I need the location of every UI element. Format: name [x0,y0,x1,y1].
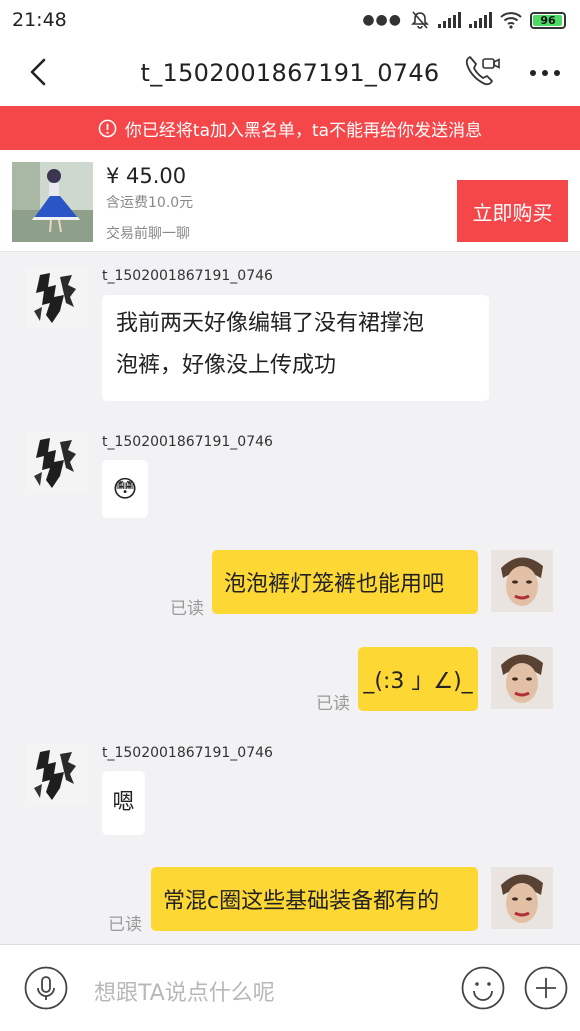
phone-video-icon[interactable] [462,52,502,92]
blacklist-message: 你已经将ta加入黑名单，ta不能再给你发送消息 [124,120,483,141]
sender-name: t_1502001867191_0746 [102,434,273,450]
signal-icon [469,12,492,28]
message-text: _(:3 」∠)_ [363,669,473,694]
incoming-message[interactable]: 😳 [102,460,148,518]
message-input[interactable]: 想跟TA说点什么呢 [94,975,275,1007]
chat-header: t_1502001867191_0746 [0,40,580,106]
read-status: 已读 [108,915,142,935]
status-bar: 21:48 ●●● 96 [0,0,580,40]
status-icons: ●●● 96 [362,10,566,30]
sender-name: t_1502001867191_0746 [102,745,273,761]
smiley-icon[interactable] [461,966,505,1010]
outgoing-message[interactable]: 常混c圈这些基础装备都有的 [151,867,478,931]
message-line: 我前两天好像编辑了没有裙撑泡 [116,311,425,336]
avatar[interactable] [26,744,88,806]
read-status: 已读 [170,599,204,619]
chat-hint: 交易前聊一聊 [106,226,190,242]
shipping-fee: 含运费10.0元 [106,195,194,211]
read-status: 已读 [316,694,350,714]
incoming-message[interactable]: 我前两天好像编辑了没有裙撑泡 泡裤，好像没上传成功 [102,295,489,401]
message-text: 泡泡裤灯笼裤也能用吧 [224,572,445,597]
product-price: ¥ 45.00 [106,164,187,188]
outgoing-message[interactable]: 泡泡裤灯笼裤也能用吧 [212,550,478,614]
sender-name: t_1502001867191_0746 [102,268,273,284]
avatar[interactable] [491,867,553,929]
outgoing-message[interactable]: _(:3 」∠)_ [358,647,478,711]
flushed-emoji: 😳 [112,475,138,503]
product-card[interactable]: ¥ 45.00 含运费10.0元 交易前聊一聊 立即购买 [0,150,580,252]
plus-icon[interactable] [524,966,568,1010]
buy-now-button[interactable]: 立即购买 [457,180,568,242]
input-bar: 想跟TA说点什么呢 [0,944,580,1031]
page-title: t_1502001867191_0746 [140,59,440,87]
more-notifications-icon: ●●● [362,12,402,28]
avatar[interactable] [26,267,88,329]
avatar[interactable] [26,432,88,494]
product-thumbnail[interactable] [12,162,93,242]
more-icon[interactable] [526,58,564,88]
avatar[interactable] [491,647,553,709]
incoming-message[interactable]: 嗯 [102,771,145,835]
signal-icon [438,12,461,28]
info-circle-icon [98,119,117,137]
battery-icon: 96 [530,11,566,29]
blacklist-banner: 你已经将ta加入黑名单，ta不能再给你发送消息 [0,106,580,150]
back-arrow-icon[interactable] [22,55,56,89]
message-list[interactable]: t_1502001867191_0746 我前两天好像编辑了没有裙撑泡 泡裤，好… [0,252,580,944]
wifi-icon [500,12,522,29]
bell-muted-icon [411,11,429,29]
message-text: 常混c圈这些基础装备都有的 [163,889,440,914]
message-line: 泡裤，好像没上传成功 [116,353,337,378]
avatar[interactable] [491,550,553,612]
status-time: 21:48 [12,9,67,31]
battery-level: 96 [540,13,556,27]
microphone-icon[interactable] [24,966,68,1010]
message-text: 嗯 [112,790,135,815]
